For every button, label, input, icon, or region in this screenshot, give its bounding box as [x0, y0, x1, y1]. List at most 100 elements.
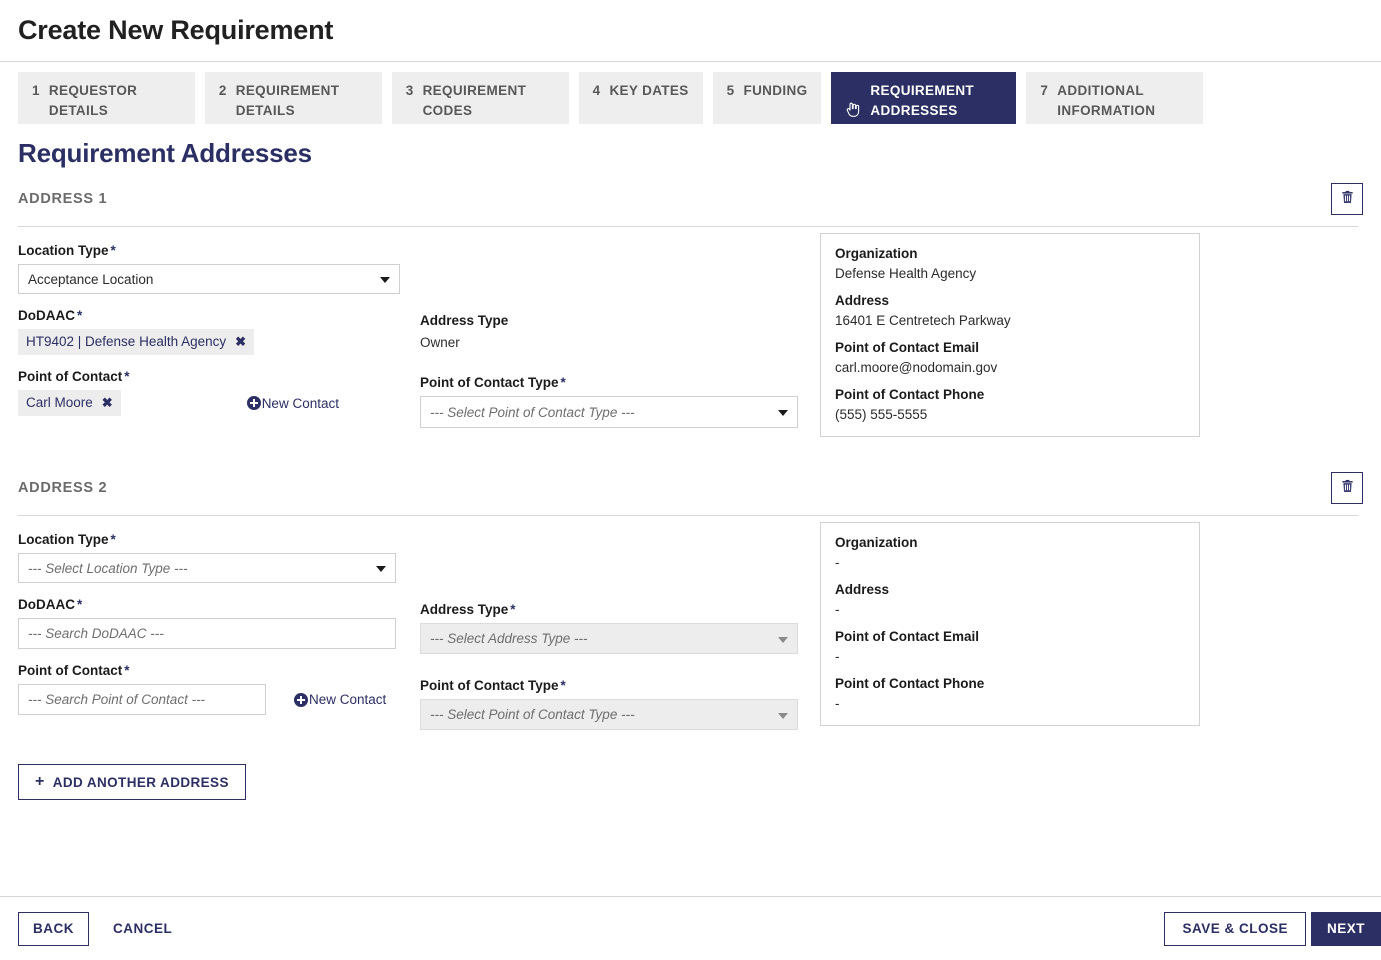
- page-title: Create New Requirement: [18, 15, 334, 45]
- chevron-down-icon: [778, 410, 788, 416]
- dodaac-chip-1[interactable]: HT9402 | Defense Health Agency ✖: [18, 329, 255, 355]
- step-number: 4: [592, 83, 601, 98]
- step-label: REQUESTOR DETAILS: [48, 83, 138, 118]
- trash-icon: [1340, 479, 1355, 497]
- tab-key-dates[interactable]: 4 KEY DATES: [578, 72, 703, 124]
- step-number: 5: [726, 83, 735, 98]
- location-type-select-1[interactable]: Acceptance Location: [18, 264, 400, 294]
- address-value-1: 16401 E Centretech Parkway: [835, 313, 1011, 328]
- organization-value-1: Defense Health Agency: [835, 266, 977, 281]
- wizard-stepper: 1 REQUESTOR DETAILS 2 REQUIREMENT DETAIL…: [0, 62, 1381, 124]
- location-type-select-2[interactable]: --- Select Location Type ---: [18, 553, 396, 583]
- poc-type-placeholder: --- Select Point of Contact Type ---: [430, 404, 635, 420]
- address-2-form: Location Type * --- Select Location Type …: [18, 516, 1363, 744]
- dodaac-chip-text: HT9402 | Defense Health Agency: [26, 334, 227, 349]
- footer-bar: BACK CANCEL SAVE & CLOSE NEXT: [0, 896, 1381, 960]
- add-another-address-label: ADD ANOTHER ADDRESS: [52, 774, 229, 790]
- save-and-close-button[interactable]: SAVE & CLOSE: [1164, 911, 1306, 946]
- point-of-contact-label: Point of Contact *: [18, 369, 130, 384]
- poc-type-select-2[interactable]: --- Select Point of Contact Type ---: [420, 699, 798, 730]
- tab-requestor-details[interactable]: 1 REQUESTOR DETAILS: [18, 72, 195, 124]
- address-type-placeholder: --- Select Address Type ---: [430, 631, 588, 646]
- step-label: KEY DATES: [609, 83, 689, 98]
- step-label: REQUIREMENT DETAILS: [235, 83, 340, 118]
- tab-requirement-codes[interactable]: 3 REQUIREMENT CODES: [391, 72, 569, 124]
- address-2-col-middle: Address Type * --- Select Address Type --…: [420, 532, 820, 744]
- organization-value-2: -: [835, 555, 840, 570]
- plus-icon: +: [35, 773, 45, 790]
- location-type-value: Acceptance Location: [28, 271, 154, 287]
- address-1-col-left: Location Type * Acceptance Location DoDAA…: [18, 243, 420, 430]
- step-number: 1: [32, 83, 40, 98]
- dodaac-label: DoDAAC *: [18, 308, 83, 323]
- chevron-down-icon: [376, 566, 386, 572]
- poc-placeholder: --- Search Point of Contact ---: [28, 692, 206, 707]
- new-contact-label: New Contact: [309, 692, 387, 707]
- location-type-field-1: Location Type * Acceptance Location: [18, 243, 420, 294]
- address-type-label: Address Type: [420, 313, 509, 328]
- location-type-label: Location Type *: [18, 532, 116, 547]
- step-number: 2: [218, 83, 227, 98]
- address-1-info-panel: Organization Defense Health Agency Addre…: [820, 233, 1200, 437]
- back-button[interactable]: BACK: [18, 911, 89, 946]
- delete-address-2-button[interactable]: [1331, 472, 1363, 504]
- poc-type-select-1[interactable]: --- Select Point of Contact Type ---: [420, 396, 798, 428]
- required-asterisk: *: [510, 602, 516, 617]
- address-type-field-2: Address Type * --- Select Address Type --…: [420, 602, 820, 654]
- poc-phone-label: Point of Contact Phone: [835, 387, 985, 402]
- new-contact-link-2[interactable]: New Contact: [294, 692, 386, 707]
- poc-chip-row-1: Carl Moore ✖ New Contact: [18, 390, 420, 416]
- organization-label: Organization: [835, 246, 918, 261]
- chevron-down-icon: [380, 277, 390, 283]
- dodaac-field-2: DoDAAC * --- Search DoDAAC ---: [18, 597, 420, 649]
- poc-phone-label: Point of Contact Phone: [835, 676, 985, 691]
- section-title: Requirement Addresses: [18, 138, 312, 168]
- address-1-col-middle: Address Type Owner Point of Contact Type…: [420, 243, 820, 442]
- remove-dodaac-chip-icon[interactable]: ✖: [235, 334, 246, 350]
- tab-funding[interactable]: 5 FUNDING: [712, 72, 822, 124]
- address-1-form: Location Type * Acceptance Location DoDAA…: [18, 227, 1363, 442]
- dodaac-search-input-2[interactable]: --- Search DoDAAC ---: [18, 618, 396, 649]
- address-value-2: -: [835, 602, 840, 617]
- hand-pointer-icon: [845, 82, 861, 117]
- location-type-placeholder: --- Select Location Type ---: [28, 560, 188, 576]
- remove-poc-chip-icon[interactable]: ✖: [102, 395, 113, 411]
- next-button[interactable]: NEXT: [1310, 911, 1381, 946]
- step-label: ADDITIONAL INFORMATION: [1057, 83, 1156, 118]
- point-of-contact-field-1: Point of Contact * Carl Moore ✖ New Conta…: [18, 369, 420, 416]
- cancel-button[interactable]: CANCEL: [99, 912, 186, 946]
- address-2-col-info: Organization - Address - Point of Contac…: [820, 522, 1200, 726]
- address-2-col-left: Location Type * --- Select Location Type …: [18, 532, 420, 729]
- organization-label: Organization: [835, 535, 918, 550]
- poc-phone-value-2: -: [835, 696, 840, 711]
- poc-type-label: Point of Contact Type *: [420, 678, 566, 693]
- poc-email-label: Point of Contact Email: [835, 629, 980, 644]
- address-type-select-2[interactable]: --- Select Address Type ---: [420, 623, 798, 654]
- step-number: 7: [1040, 83, 1049, 98]
- add-another-address-button[interactable]: + ADD ANOTHER ADDRESS: [18, 764, 246, 800]
- address-label: Address: [835, 293, 890, 308]
- poc-email-value-2: -: [835, 649, 840, 664]
- address-2-label: ADDRESS 2: [18, 480, 108, 496]
- poc-chip-text: Carl Moore: [26, 395, 93, 410]
- new-contact-label: New Contact: [261, 395, 339, 411]
- address-2-header: ADDRESS 2: [18, 464, 1363, 504]
- poc-type-field-1: Point of Contact Type * --- Select Point …: [420, 375, 820, 428]
- location-type-field-2: Location Type * --- Select Location Type …: [18, 532, 420, 583]
- tab-requirement-addresses[interactable]: REQUIREMENT ADDRESSES: [831, 72, 1017, 124]
- required-asterisk: *: [124, 663, 130, 678]
- address-1-header: ADDRESS 1: [18, 175, 1363, 215]
- poc-search-input-2[interactable]: --- Search Point of Contact ---: [18, 684, 266, 715]
- new-contact-link-1[interactable]: New Contact: [246, 395, 339, 411]
- delete-address-1-button[interactable]: [1331, 183, 1363, 215]
- tab-requirement-details[interactable]: 2 REQUIREMENT DETAILS: [204, 72, 382, 124]
- tab-additional-information[interactable]: 7 ADDITIONAL INFORMATION: [1026, 72, 1204, 124]
- poc-row-2: --- Search Point of Contact --- New Cont…: [18, 684, 420, 715]
- step-label: REQUIREMENT ADDRESSES: [870, 83, 975, 118]
- address-label: Address: [835, 582, 890, 597]
- poc-chip-1[interactable]: Carl Moore ✖: [18, 390, 121, 416]
- plus-circle-icon: [294, 692, 308, 707]
- point-of-contact-field-2: Point of Contact * --- Search Point of Co…: [18, 663, 420, 715]
- address-1-label: ADDRESS 1: [18, 191, 108, 207]
- footer-right-actions: SAVE & CLOSE NEXT: [1164, 911, 1381, 946]
